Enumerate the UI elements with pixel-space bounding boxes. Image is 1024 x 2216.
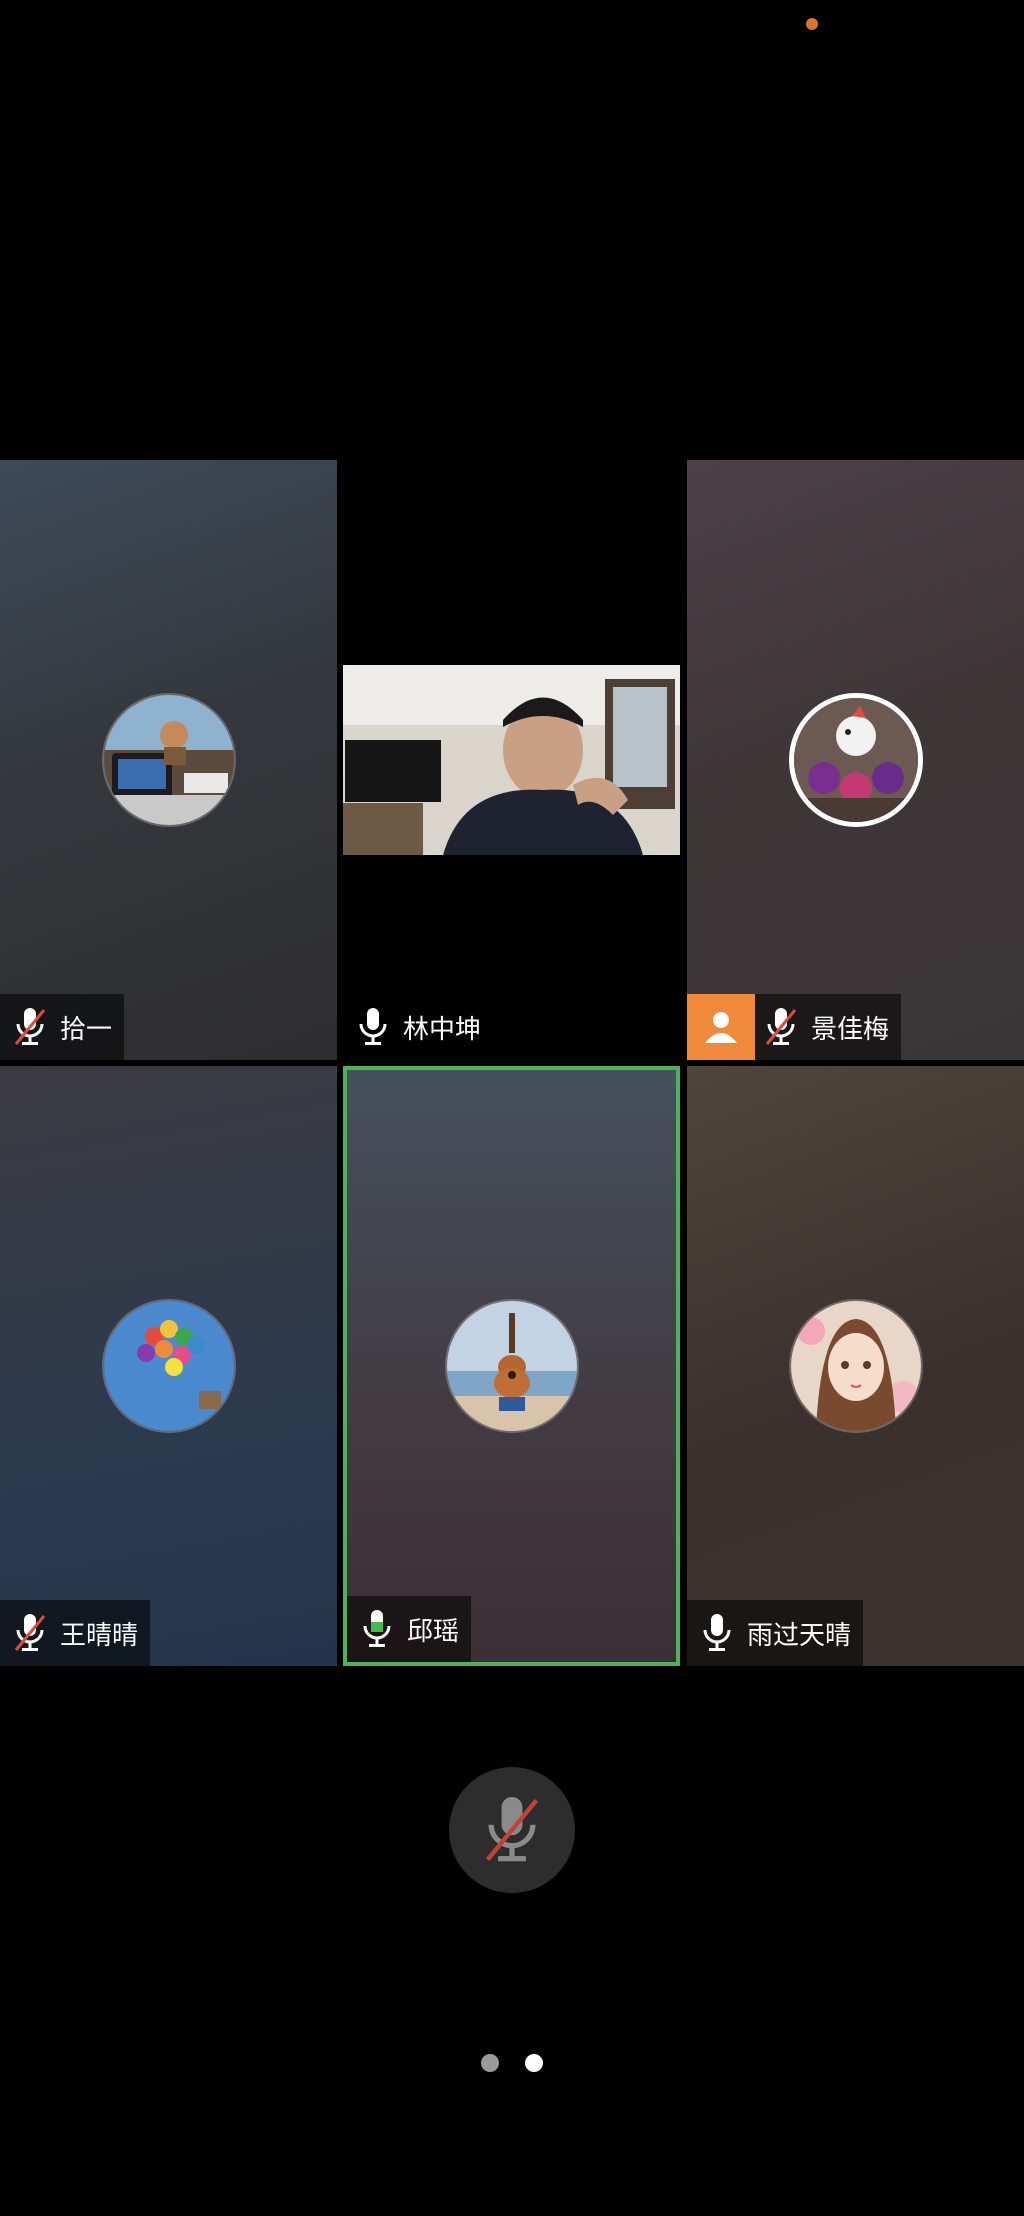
participant-tile[interactable]: 景佳梅 — [687, 460, 1024, 1060]
participant-namebar: 拾一 — [0, 994, 125, 1060]
mic-on-icon — [359, 1008, 387, 1045]
mic-muted-icon — [14, 1614, 46, 1651]
participant-namebar: 景佳梅 — [687, 994, 902, 1060]
page-dot-active[interactable] — [525, 2054, 543, 2072]
participant-tile[interactable]: 邱瑶 — [343, 1066, 680, 1666]
participant-video — [343, 665, 680, 855]
mic-on-icon — [703, 1614, 731, 1651]
mic-muted-icon — [14, 1008, 46, 1045]
participant-name: 雨过天晴 — [747, 1620, 852, 1651]
participant-tile[interactable]: 拾一 — [0, 460, 337, 1060]
participant-namebar: 雨过天晴 — [687, 1600, 864, 1666]
participant-grid: 拾一 林中坤 景佳梅 王晴晴 邱瑶 雨过天晴 — [0, 460, 1024, 1666]
participant-avatar — [101, 693, 236, 827]
mic-muted-icon — [765, 1008, 797, 1045]
mic-muted-icon — [485, 1796, 539, 1862]
participant-name: 景佳梅 — [811, 1014, 890, 1045]
participant-namebar: 林中坤 — [343, 994, 493, 1060]
mic-speaking-icon — [363, 1610, 391, 1647]
participant-namebar: 王晴晴 — [0, 1600, 151, 1666]
participant-name: 林中坤 — [403, 1014, 482, 1045]
page-indicator — [0, 2054, 1024, 2072]
participant-name: 邱瑶 — [407, 1616, 460, 1647]
participant-tile[interactable]: 雨过天晴 — [687, 1066, 1024, 1666]
mute-microphone-button[interactable] — [449, 1767, 575, 1893]
participant-avatar — [444, 1299, 579, 1433]
participant-name: 王晴晴 — [60, 1620, 139, 1651]
participant-tile[interactable]: 王晴晴 — [0, 1066, 337, 1666]
participant-name: 拾一 — [60, 1014, 113, 1045]
participant-avatar — [788, 693, 923, 827]
status-indicator-dot — [806, 18, 818, 30]
participant-avatar — [788, 1299, 923, 1433]
participant-tile[interactable]: 林中坤 — [343, 460, 680, 1060]
participant-avatar — [101, 1299, 236, 1433]
person-icon — [687, 994, 755, 1060]
participant-namebar: 邱瑶 — [347, 1596, 472, 1662]
page-dot[interactable] — [481, 2054, 499, 2072]
